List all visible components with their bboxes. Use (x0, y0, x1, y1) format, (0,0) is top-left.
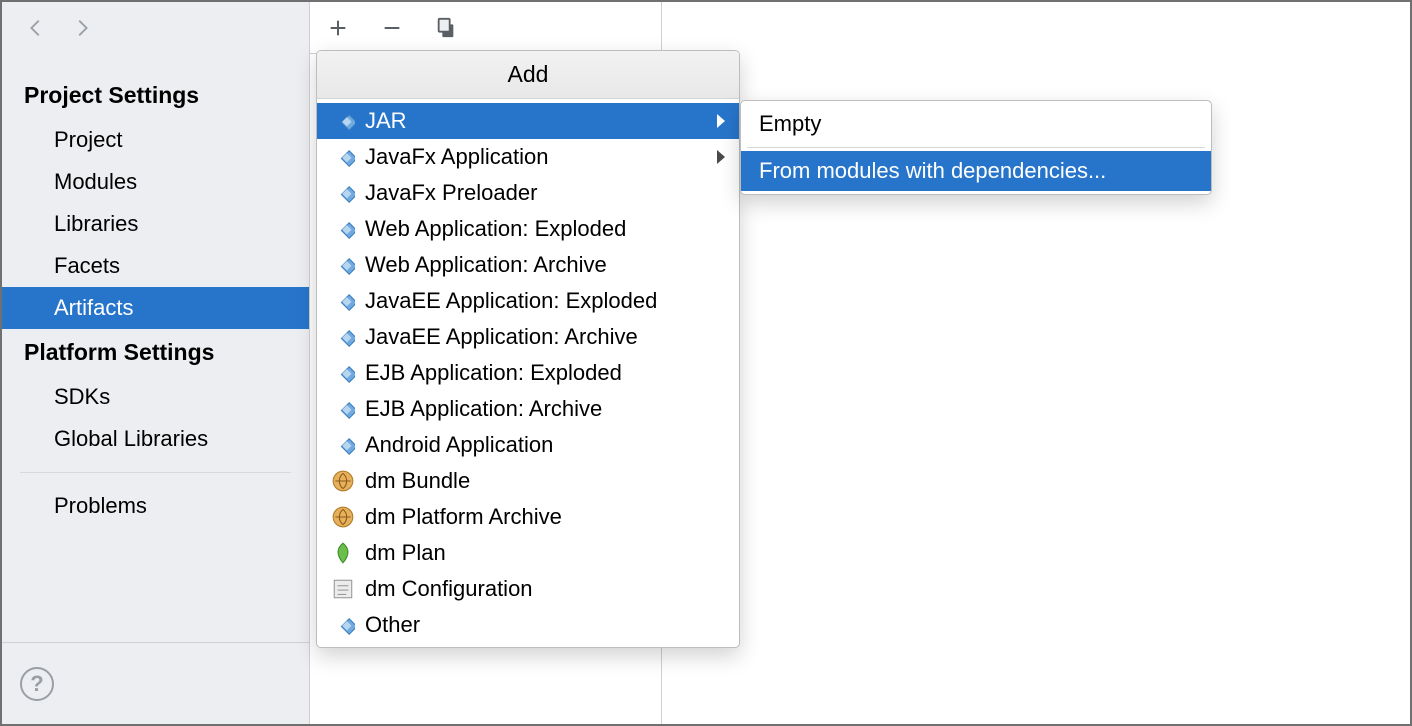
diamond-icon (331, 397, 355, 421)
sidebar-list: Project Settings Project Modules Librari… (2, 54, 309, 642)
forward-icon[interactable] (68, 14, 96, 42)
add-menu-item-dm-configuration[interactable]: dm Configuration (317, 571, 739, 607)
add-menu-item-label: JavaFx Application (365, 144, 548, 170)
add-menu-item-ejb-application-archive[interactable]: EJB Application: Archive (317, 391, 739, 427)
add-menu-item-label: JAR (365, 108, 407, 134)
project-structure-window: Project Settings Project Modules Librari… (0, 0, 1412, 726)
sidebar-footer: ? (2, 642, 309, 724)
add-menu-item-label: JavaEE Application: Exploded (365, 288, 657, 314)
remove-button[interactable] (378, 14, 406, 42)
add-menu-item-javafx-preloader[interactable]: JavaFx Preloader (317, 175, 739, 211)
sidebar-heading-project-settings: Project Settings (2, 72, 309, 119)
config-icon (331, 577, 355, 601)
diamond-icon (331, 109, 355, 133)
main-area: Project Settings Project Modules Librari… (2, 2, 1410, 724)
add-menu-item-label: dm Platform Archive (365, 504, 562, 530)
bundle-icon (331, 505, 355, 529)
jar-submenu: Empty From modules with dependencies... (740, 100, 1212, 195)
sidebar-divider (20, 472, 291, 473)
diamond-icon (331, 181, 355, 205)
add-menu-item-other[interactable]: Other (317, 607, 739, 643)
add-menu-item-web-application-exploded[interactable]: Web Application: Exploded (317, 211, 739, 247)
sidebar-heading-platform-settings: Platform Settings (2, 329, 309, 376)
diamond-g-icon (331, 217, 355, 241)
sidebar-item-sdks[interactable]: SDKs (2, 376, 309, 418)
diamond-e-icon (331, 289, 355, 313)
sidebar-item-modules[interactable]: Modules (2, 161, 309, 203)
back-icon[interactable] (22, 14, 50, 42)
add-menu-item-label: JavaEE Application: Archive (365, 324, 638, 350)
add-menu-item-label: dm Plan (365, 540, 446, 566)
add-artifact-menu-list: JAR JavaFx Application JavaFx Preloader Web… (317, 99, 739, 647)
diamond-e-icon (331, 325, 355, 349)
add-menu-item-label: EJB Application: Exploded (365, 360, 622, 386)
sidebar-nav (2, 2, 309, 54)
add-menu-item-ejb-application-exploded[interactable]: EJB Application: Exploded (317, 355, 739, 391)
sidebar-item-project[interactable]: Project (2, 119, 309, 161)
add-menu-item-javaee-application-archive[interactable]: JavaEE Application: Archive (317, 319, 739, 355)
add-menu-item-label: Other (365, 612, 420, 638)
plan-icon (331, 541, 355, 565)
add-menu-item-label: EJB Application: Archive (365, 396, 602, 422)
sidebar-item-libraries[interactable]: Libraries (2, 203, 309, 245)
add-menu-item-label: dm Configuration (365, 576, 533, 602)
diamond-icon (331, 361, 355, 385)
sidebar: Project Settings Project Modules Librari… (2, 2, 310, 724)
diamond-g-icon (331, 253, 355, 277)
diamond-icon (331, 613, 355, 637)
add-menu-item-label: dm Bundle (365, 468, 470, 494)
add-menu-item-label: JavaFx Preloader (365, 180, 537, 206)
sidebar-item-facets[interactable]: Facets (2, 245, 309, 287)
add-menu-item-web-application-archive[interactable]: Web Application: Archive (317, 247, 739, 283)
chevron-right-icon (717, 114, 725, 128)
add-menu-item-label: Android Application (365, 432, 553, 458)
help-icon[interactable]: ? (20, 667, 54, 701)
submenu-item-empty[interactable]: Empty (741, 104, 1211, 144)
sidebar-item-global-libraries[interactable]: Global Libraries (2, 418, 309, 460)
copy-button[interactable] (432, 14, 460, 42)
add-menu-item-label: Web Application: Exploded (365, 216, 626, 242)
sidebar-item-problems[interactable]: Problems (2, 485, 309, 527)
chevron-right-icon (717, 150, 725, 164)
submenu-item-from-modules[interactable]: From modules with dependencies... (741, 151, 1211, 191)
add-button[interactable] (324, 14, 352, 42)
diamond-icon (331, 145, 355, 169)
artifact-toolbar (310, 2, 661, 54)
add-menu-item-javaee-application-exploded[interactable]: JavaEE Application: Exploded (317, 283, 739, 319)
submenu-separator (747, 147, 1205, 148)
add-menu-item-label: Web Application: Archive (365, 252, 607, 278)
add-menu-item-dm-bundle[interactable]: dm Bundle (317, 463, 739, 499)
sidebar-item-artifacts[interactable]: Artifacts (2, 287, 309, 329)
add-artifact-menu-title: Add (317, 51, 739, 99)
add-menu-item-dm-platform-archive[interactable]: dm Platform Archive (317, 499, 739, 535)
diamond-icon (331, 433, 355, 457)
add-artifact-menu: Add JAR JavaFx Application JavaFx Preloade… (316, 50, 740, 648)
bundle-icon (331, 469, 355, 493)
add-menu-item-android-application[interactable]: Android Application (317, 427, 739, 463)
add-menu-item-javafx-application[interactable]: JavaFx Application (317, 139, 739, 175)
add-menu-item-dm-plan[interactable]: dm Plan (317, 535, 739, 571)
add-menu-item-jar[interactable]: JAR (317, 103, 739, 139)
